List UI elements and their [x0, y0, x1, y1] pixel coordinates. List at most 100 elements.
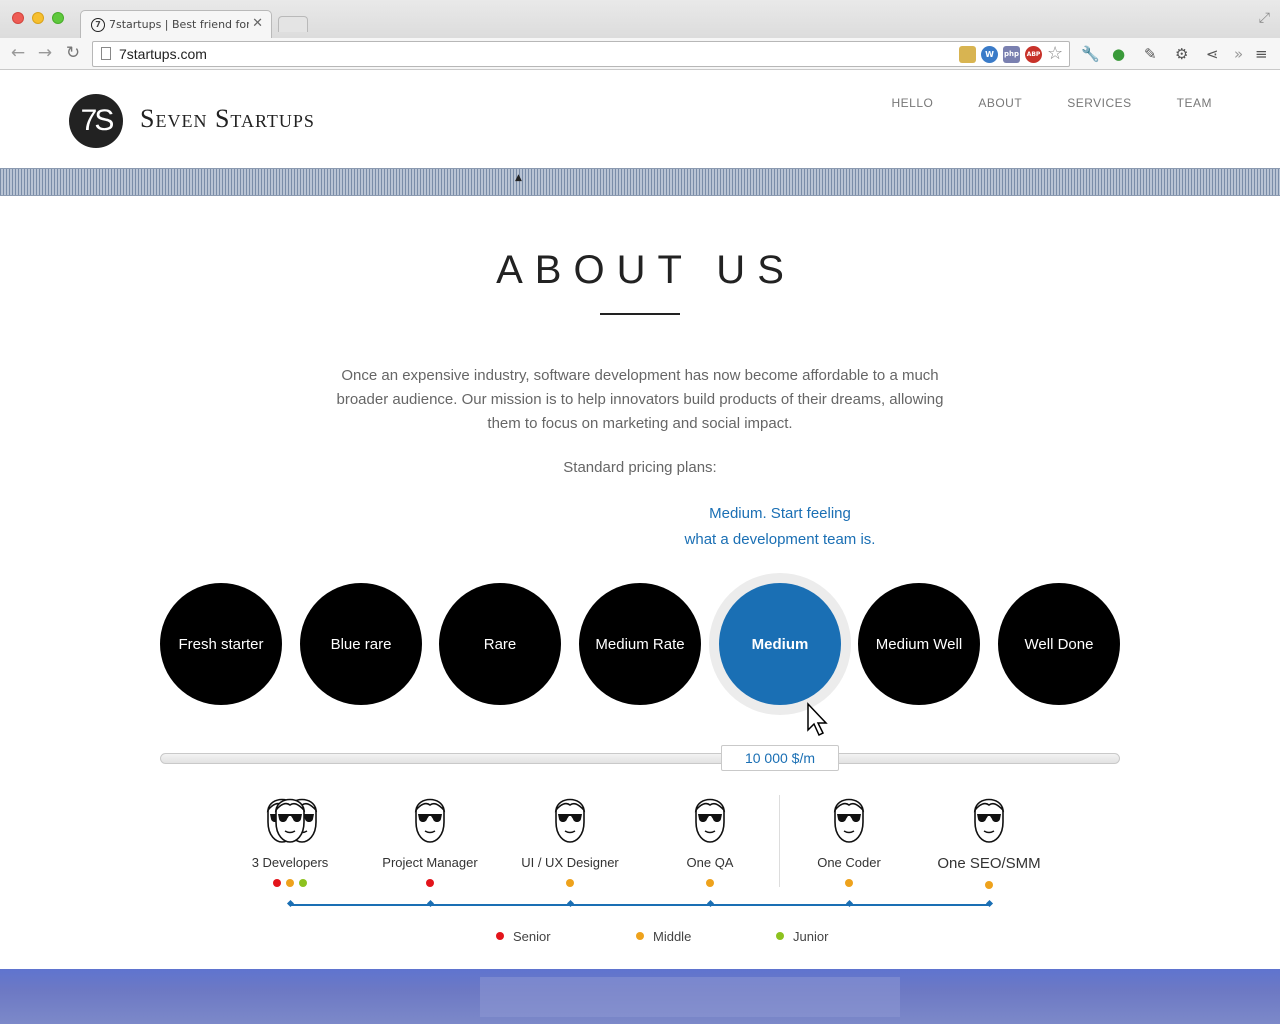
tab-favicon: 7: [91, 18, 105, 32]
team-member-icons: [220, 790, 360, 846]
forward-icon[interactable]: →: [35, 43, 55, 63]
chart-ext-icon[interactable]: [959, 46, 976, 63]
team-member-icons: [640, 790, 780, 846]
nav-team[interactable]: TEAM: [1177, 96, 1212, 110]
abp-ext-icon[interactable]: ABP: [1025, 46, 1042, 63]
nav-about[interactable]: ABOUT: [978, 96, 1022, 110]
nav-hello[interactable]: HELLO: [891, 96, 933, 110]
plan-medium[interactable]: Medium: [719, 583, 841, 705]
team-member: 3 Developers: [220, 790, 360, 887]
evernote-icon[interactable]: ✎: [1144, 45, 1157, 63]
person-icon: [554, 798, 586, 843]
level-dot: [426, 879, 434, 887]
price-slider-handle[interactable]: 10 000 $/m: [721, 745, 839, 771]
team-composition: 3 Developers Project Manager UI / UX Des…: [0, 790, 1280, 910]
team-member-label: One QA: [686, 855, 734, 870]
back-icon[interactable]: ←: [8, 43, 28, 63]
level-dot: [566, 879, 574, 887]
person-icon: [973, 798, 1005, 843]
title-divider: [600, 313, 680, 315]
mouse-cursor-icon: [807, 702, 828, 737]
legend-middle-dot: [636, 932, 644, 940]
person-icon: [414, 798, 446, 843]
fullscreen-icon[interactable]: ⤢: [1259, 10, 1270, 26]
tab-close-icon[interactable]: ✕: [252, 16, 263, 31]
person-icon: [694, 798, 726, 843]
more-extensions-icon[interactable]: »: [1234, 45, 1243, 63]
zoom-window-button[interactable]: [52, 12, 64, 24]
team-member-label: One SEO/SMM: [937, 855, 1041, 872]
wordpress-ext-icon[interactable]: W: [981, 46, 998, 63]
logo-text[interactable]: Seven Startups: [140, 104, 315, 134]
level-dots: [500, 879, 640, 887]
team-member: One QA: [640, 790, 780, 887]
plan-caption: Medium. Start feeling what a development…: [640, 501, 920, 553]
hangouts-icon[interactable]: ●: [1112, 45, 1125, 63]
browser-toolbar: ← → ↻ 7startups.com W php ABP ☆ 🔧 ● ✎ ⚙ …: [0, 38, 1280, 70]
main-nav: HELLO ABOUT SERVICES TEAM: [846, 96, 1212, 110]
about-description: Once an expensive industry, software dev…: [336, 367, 944, 432]
person-icon: [833, 798, 865, 843]
level-dots: [640, 879, 780, 887]
level-dot: [299, 879, 307, 887]
team-member: One SEO/SMM: [919, 790, 1059, 889]
close-window-button[interactable]: [12, 12, 24, 24]
legend-senior: Senior: [496, 929, 551, 944]
page-icon: [101, 47, 111, 60]
legend-junior-label: Junior: [793, 929, 829, 944]
team-member-icons: [779, 790, 919, 846]
section-title: ABOUT US: [496, 248, 796, 292]
person-icon: [274, 798, 306, 843]
bookmark-star-icon[interactable]: ☆: [1047, 43, 1063, 64]
minimize-window-button[interactable]: [32, 12, 44, 24]
team-member-label: Project Manager: [382, 855, 478, 870]
team-member-label: 3 Developers: [251, 855, 329, 870]
level-dot: [985, 881, 993, 889]
plan-caption-line1: Medium. Start feeling: [709, 505, 851, 522]
next-section-image: [0, 969, 1280, 1024]
level-dots: [919, 881, 1059, 889]
price-slider-track[interactable]: [160, 753, 1120, 764]
level-dot: [286, 879, 294, 887]
plan-fresh-starter[interactable]: Fresh starter: [160, 583, 282, 705]
pricing-plans: Fresh starter Blue rare Rare Medium Rate…: [160, 583, 1120, 705]
legend-middle-label: Middle: [653, 929, 692, 944]
legend-junior: Junior: [776, 929, 828, 944]
plan-well-done[interactable]: Well Done: [998, 583, 1120, 705]
reload-icon[interactable]: ↻: [63, 43, 83, 63]
team-member-icons: [919, 790, 1059, 846]
team-member-label: UI / UX Designer: [521, 855, 619, 870]
share-icon[interactable]: ⋖: [1206, 45, 1219, 63]
team-member-icons: [360, 790, 500, 846]
team-member: UI / UX Designer: [500, 790, 640, 887]
php-ext-icon[interactable]: php: [1003, 46, 1020, 63]
level-dots: [360, 879, 500, 887]
plan-medium-well[interactable]: Medium Well: [858, 583, 980, 705]
plan-blue-rare[interactable]: Blue rare: [300, 583, 422, 705]
logo-mark[interactable]: 7S: [69, 94, 123, 148]
legend-senior-dot: [496, 932, 504, 940]
team-timeline: [286, 899, 994, 908]
level-dots: [220, 879, 360, 887]
plan-caption-line2: what a development team is.: [684, 531, 876, 548]
browser-tab-bar: 7 7startups | Best friend for ✕ ⤢: [0, 0, 1280, 38]
legend-junior-dot: [776, 932, 784, 940]
team-divider: [779, 795, 780, 887]
extension-icon[interactable]: ⚙: [1175, 45, 1188, 63]
new-tab-button[interactable]: [278, 16, 308, 32]
plan-medium-rate[interactable]: Medium Rate: [579, 583, 701, 705]
team-member-label: One Coder: [817, 855, 881, 870]
legend-senior-label: Senior: [513, 929, 551, 944]
hero-image-strip: ▲: [0, 168, 1280, 196]
nav-services[interactable]: SERVICES: [1067, 96, 1131, 110]
wrench-icon[interactable]: 🔧: [1081, 45, 1100, 63]
team-member-icons: [500, 790, 640, 846]
browser-tab[interactable]: 7 7startups | Best friend for ✕: [80, 10, 272, 38]
address-bar[interactable]: 7startups.com: [92, 41, 1070, 67]
menu-icon[interactable]: ≡: [1255, 45, 1268, 63]
site-header: 7S Seven Startups HELLO ABOUT SERVICES T…: [0, 71, 1280, 168]
level-dot: [845, 879, 853, 887]
team-member: Project Manager: [360, 790, 500, 887]
level-dots: [779, 879, 919, 887]
plan-rare[interactable]: Rare: [439, 583, 561, 705]
